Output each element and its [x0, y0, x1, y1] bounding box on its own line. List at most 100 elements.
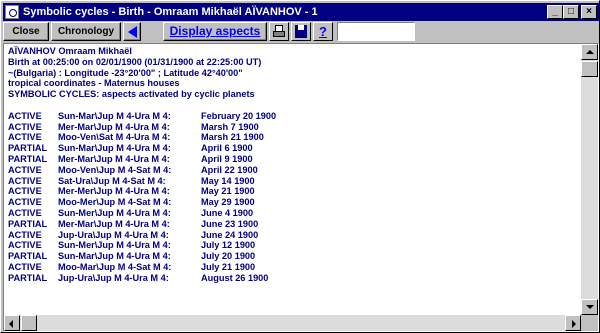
aspect-status: ACTIVE [8, 164, 42, 175]
aspect-label: Mer-Mar\Jup M 4-Ura M 4: [58, 153, 170, 164]
aspect-row: ACTIVE Mer-Mar\Jup M 4-Ura M 4: Marsh 7 19… [8, 122, 578, 133]
aspect-date: Marsh 21 1900 [201, 132, 264, 143]
display-aspects-button[interactable]: Display aspects [163, 22, 267, 41]
chronology-button[interactable]: Chronology [51, 22, 121, 41]
help-button[interactable]: ? [313, 22, 333, 41]
aspect-status: PARTIAL [8, 153, 48, 164]
window-title: Symbolic cycles - Birth - Omraam Mikhaël… [23, 6, 318, 18]
aspect-row: PARTIAL Sun-Mar\Jup M 4-Ura M 4: July 20 1… [8, 251, 578, 262]
left-arrow-icon [128, 26, 137, 38]
aspect-row: ACTIVE Moo-Ven\Sat M 4-Ura M 4: Marsh 21 1… [8, 132, 578, 143]
aspect-status: ACTIVE [8, 121, 42, 132]
aspect-date: July 20 1900 [201, 251, 256, 262]
aspect-date: July 21 1900 [201, 261, 256, 272]
aspect-date: May 14 1900 [201, 175, 255, 186]
aspect-date: May 21 1900 [201, 186, 255, 197]
aspect-row: ACTIVE Jup-Ura\Jup M 4-Ura M 4: June 24 19… [8, 230, 578, 241]
aspect-row: ACTIVE Sat-Ura\Jup M 4-Sat M 4: May 14 190… [8, 176, 578, 187]
aspect-label: Jup-Ura\Jup M 4-Ura M 4: [58, 272, 169, 283]
scroll-left-button[interactable] [4, 315, 20, 331]
aspect-status: ACTIVE [8, 197, 42, 208]
aspect-status: ACTIVE [8, 229, 42, 240]
aspect-status: PARTIAL [8, 143, 48, 154]
scroll-down-button[interactable] [581, 299, 598, 315]
application-window: Symbolic cycles - Birth - Omraam Mikhaël… [0, 0, 600, 333]
aspect-status: PARTIAL [8, 218, 48, 229]
arrow-left-icon [9, 320, 13, 328]
aspect-label: Mer-Mer\Jup M 4-Ura M 4: [58, 186, 170, 197]
search-input[interactable] [337, 22, 415, 41]
aspect-date: July 12 1900 [201, 240, 256, 251]
aspect-label: Sun-Mar\Jup M 4-Ura M 4: [58, 110, 171, 121]
report-area[interactable]: AÏVANHOV Omraam Mikhaël Birth at 00:25:0… [3, 43, 599, 332]
vertical-scroll-thumb[interactable] [581, 61, 598, 77]
aspect-date: April 6 1900 [201, 143, 253, 154]
minimize-button[interactable]: _ [547, 5, 563, 19]
aspect-row: ACTIVE Mer-Mer\Jup M 4-Ura M 4: May 21 190… [8, 186, 578, 197]
toolbar: Close Chronology Display aspects ? [3, 22, 599, 42]
window-close-button[interactable]: × [581, 5, 597, 19]
aspect-label: Sun-Mar\Jup M 4-Ura M 4: [58, 143, 171, 154]
aspect-label: Moo-Ven\Jup M 4-Sat M 4: [58, 164, 172, 175]
aspect-label: Moo-Mer\Jup M 4-Sat M 4: [58, 197, 172, 208]
aspect-row: ACTIVE Moo-Mer\Jup M 4-Sat M 4: May 29 190… [8, 197, 578, 208]
aspect-row: ACTIVE Sun-Mar\Jup M 4-Ura M 4: February 2… [8, 111, 578, 122]
arrow-up-icon [586, 50, 594, 54]
aspect-list: ACTIVE Sun-Mar\Jup M 4-Ura M 4: February 2… [8, 111, 578, 284]
save-button[interactable] [291, 22, 311, 41]
aspect-date: February 20 1900 [201, 110, 277, 121]
aspect-status: PARTIAL [8, 251, 48, 262]
help-icon: ? [319, 24, 327, 39]
aspect-label: Moo-Mar\Jup M 4-Sat M 4: [58, 261, 172, 272]
aspect-status: ACTIVE [8, 132, 42, 143]
aspect-row: ACTIVE Sun-Mer\Jup M 4-Ura M 4: July 12 19… [8, 240, 578, 251]
aspect-row: ACTIVE Moo-Ven\Jup M 4-Sat M 4: April 22 1… [8, 165, 578, 176]
aspect-status: ACTIVE [8, 110, 42, 121]
print-button[interactable] [269, 22, 289, 41]
scroll-right-button[interactable] [565, 315, 581, 331]
app-icon[interactable] [5, 5, 19, 19]
aspect-date: June 4 1900 [201, 207, 254, 218]
aspect-status: ACTIVE [8, 186, 42, 197]
maximize-button[interactable]: □ [563, 5, 579, 19]
aspect-row: ACTIVE Moo-Mar\Jup M 4-Sat M 4: July 21 19… [8, 262, 578, 273]
title-bar[interactable]: Symbolic cycles - Birth - Omraam Mikhaël… [3, 3, 599, 21]
aspect-row: PARTIAL Jup-Ura\Jup M 4-Ura M 4: August 26… [8, 273, 578, 284]
aspect-label: Sun-Mer\Jup M 4-Ura M 4: [58, 240, 171, 251]
coordinates-info: tropical coordinates - Maternus houses [8, 78, 180, 89]
aspect-date: May 29 1900 [201, 197, 255, 208]
arrow-right-icon [572, 320, 576, 328]
aspect-status: ACTIVE [8, 261, 42, 272]
arrow-down-icon [586, 305, 594, 309]
aspect-label: Sat-Ura\Jup M 4-Sat M 4: [58, 175, 166, 186]
aspect-row: ACTIVE Sun-Mer\Jup M 4-Ura M 4: June 4 190… [8, 208, 578, 219]
aspect-status: ACTIVE [8, 175, 42, 186]
birth-info: Birth at 00:25:00 on 02/01/1900 (01/31/1… [8, 56, 262, 67]
aspect-row: PARTIAL Mer-Mar\Jup M 4-Ura M 4: April 9 1… [8, 154, 578, 165]
aspect-date: Marsh 7 1900 [201, 121, 259, 132]
aspect-status: PARTIAL [8, 272, 48, 283]
vertical-scrollbar[interactable] [581, 44, 598, 315]
scrollbar-corner [581, 315, 598, 331]
horizontal-scroll-thumb[interactable] [21, 315, 37, 331]
aspect-row: PARTIAL Mer-Mar\Jup M 4-Ura M 4: June 23 1… [8, 219, 578, 230]
aspect-status: ACTIVE [8, 207, 42, 218]
aspect-label: Moo-Ven\Sat M 4-Ura M 4: [58, 132, 171, 143]
report-subtitle: SYMBOLIC CYCLES: aspects activated by cy… [8, 89, 255, 100]
aspect-label: Sun-Mer\Jup M 4-Ura M 4: [58, 207, 171, 218]
report-text: AÏVANHOV Omraam Mikhaël Birth at 00:25:0… [8, 46, 578, 314]
back-button[interactable] [123, 22, 141, 41]
horizontal-scrollbar[interactable] [4, 315, 581, 331]
aspect-label: Sun-Mar\Jup M 4-Ura M 4: [58, 251, 171, 262]
aspect-row: PARTIAL Sun-Mar\Jup M 4-Ura M 4: April 6 1… [8, 143, 578, 154]
scroll-up-button[interactable] [581, 44, 598, 60]
aspect-label: Mer-Mar\Jup M 4-Ura M 4: [58, 121, 170, 132]
aspect-date: August 26 1900 [201, 272, 269, 283]
aspect-date: June 24 1900 [201, 229, 259, 240]
close-button[interactable]: Close [3, 22, 49, 41]
aspect-label: Mer-Mar\Jup M 4-Ura M 4: [58, 218, 170, 229]
aspect-label: Jup-Ura\Jup M 4-Ura M 4: [58, 229, 169, 240]
subject-name: AÏVANHOV Omraam Mikhaël [8, 46, 132, 56]
aspect-date: April 9 1900 [201, 153, 253, 164]
